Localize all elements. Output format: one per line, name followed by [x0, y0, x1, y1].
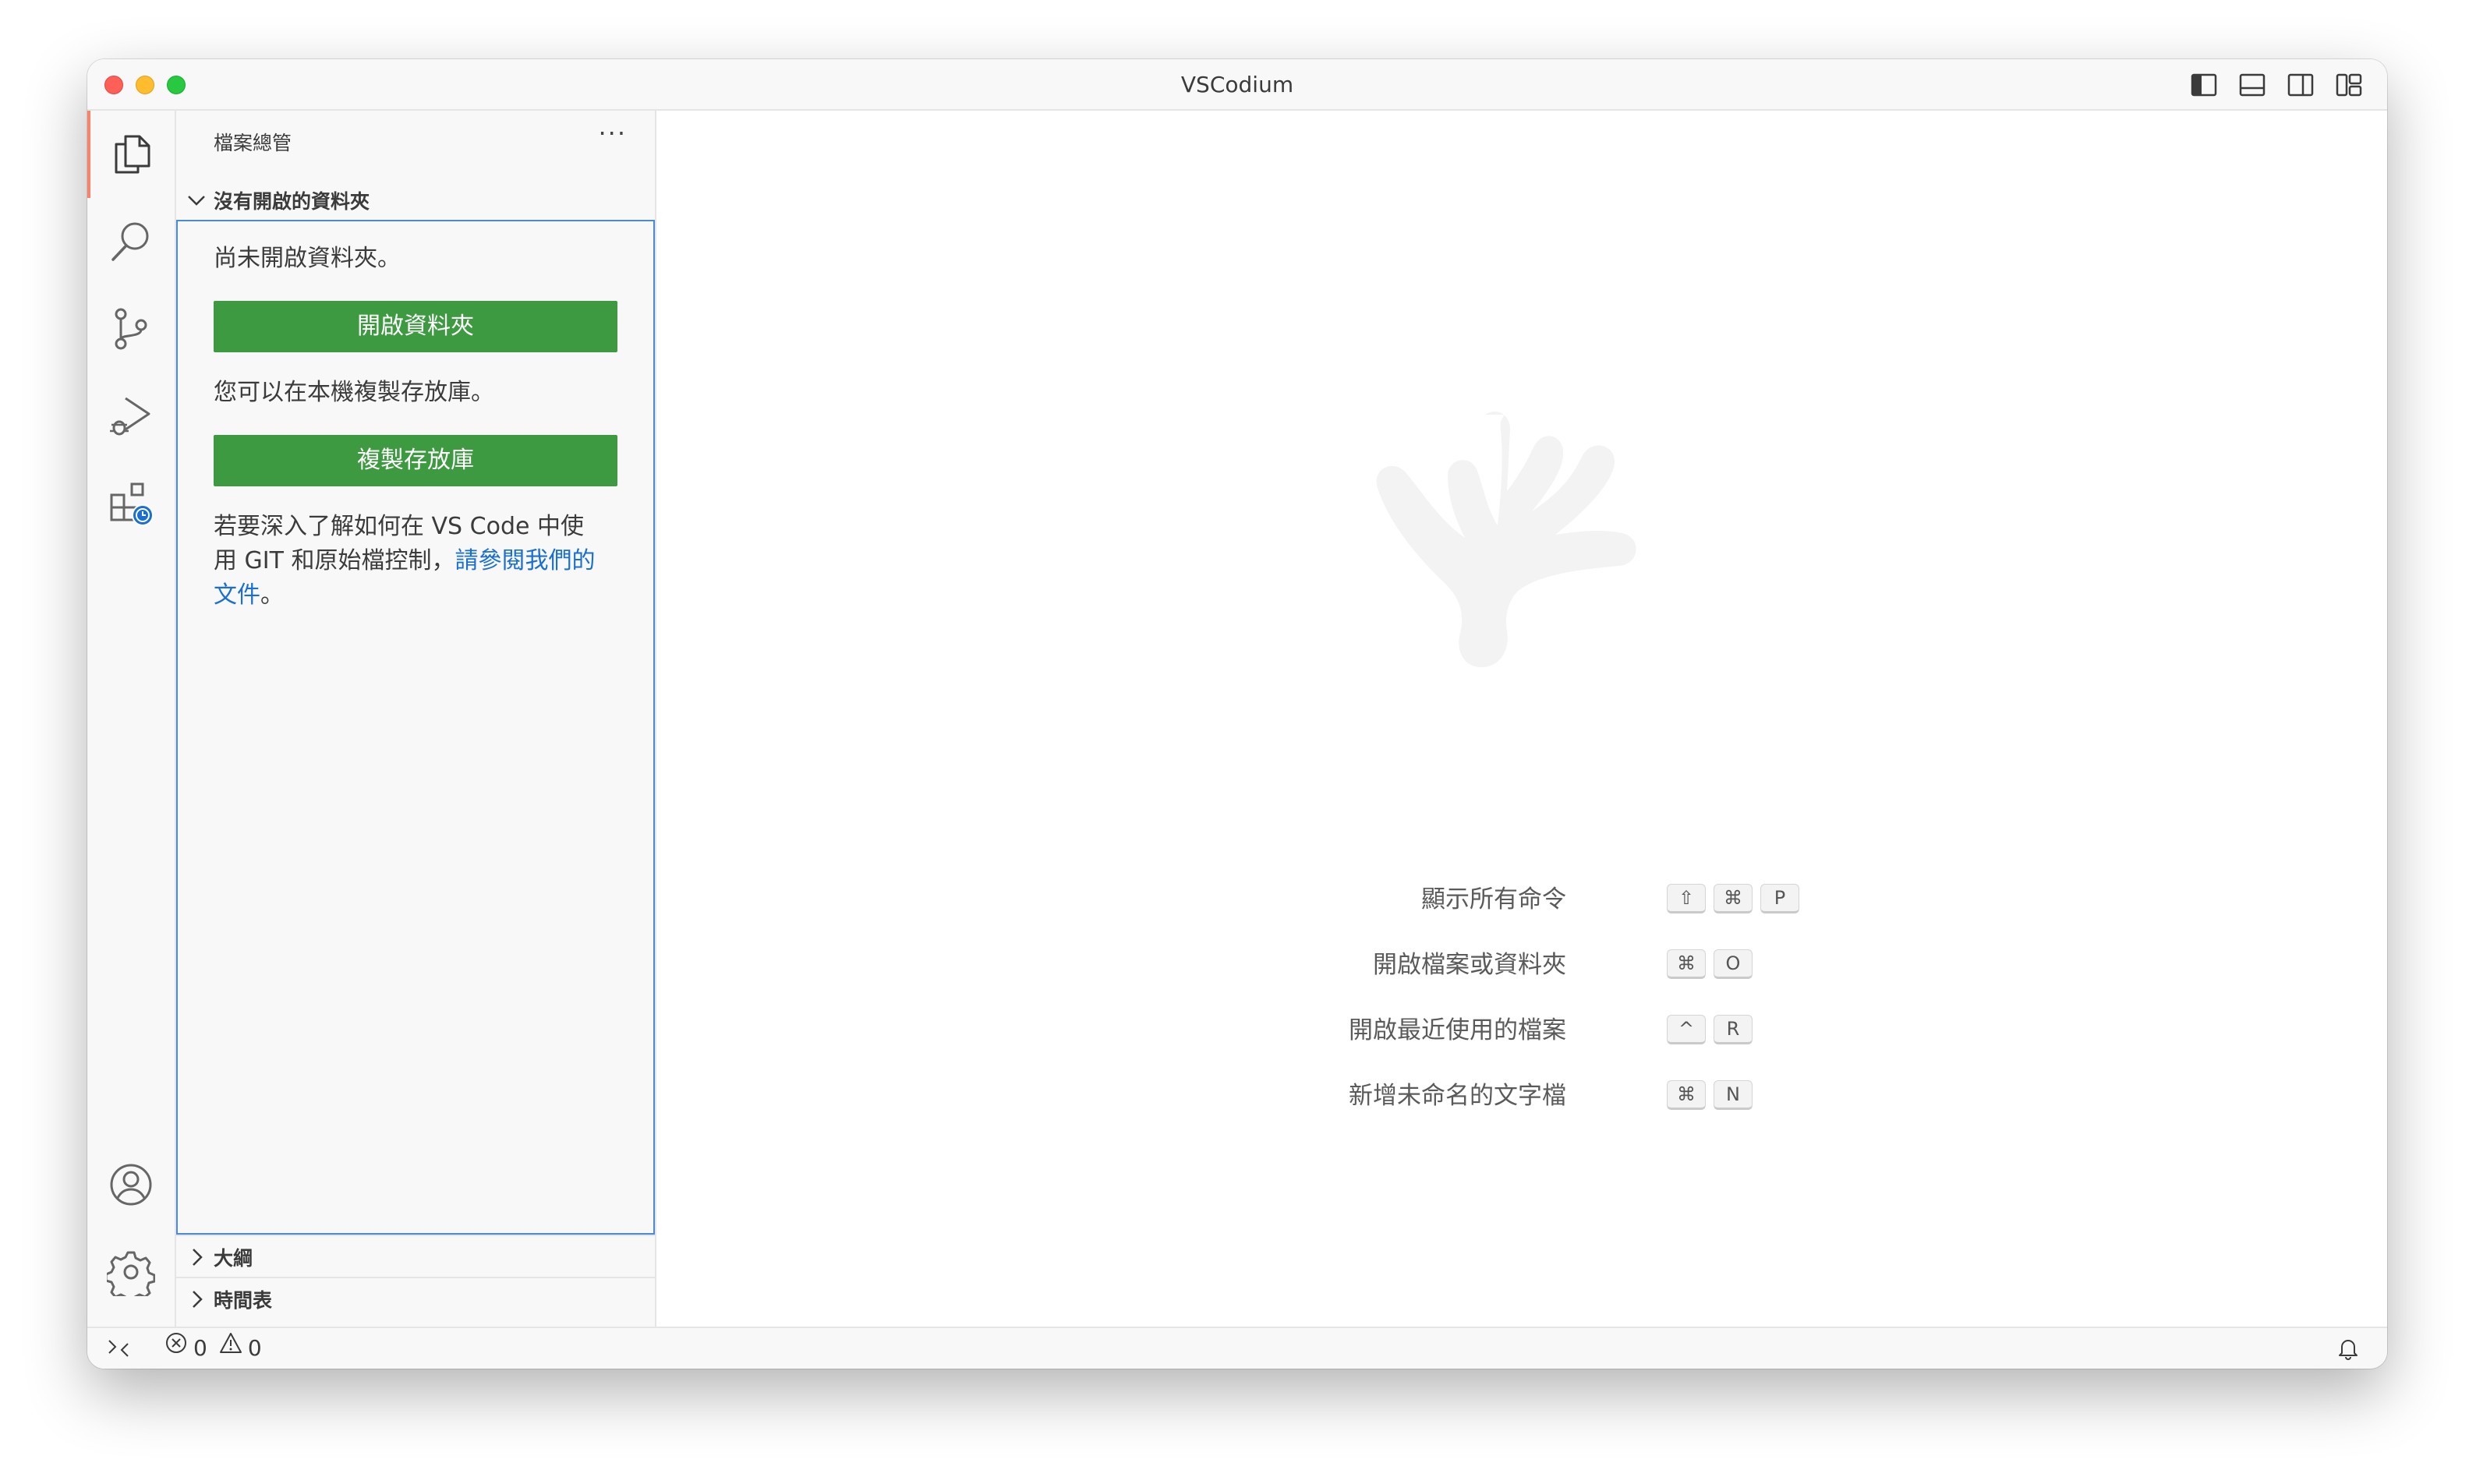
section-timeline-label: 時間表 — [214, 1289, 273, 1312]
section-divider — [176, 1277, 655, 1278]
warning-count: 0 — [247, 1335, 262, 1361]
shortcut-keys: ⌘ O — [1667, 949, 1753, 979]
no-folder-view: 尚未開啟資料夾。 開啟資料夾 您可以在本機複製存放庫。 複製存放庫 若要深入了解… — [176, 220, 655, 1235]
clone-info-text: 您可以在本機複製存放庫。 — [214, 379, 494, 406]
layout-controls — [2189, 70, 2364, 100]
keycap: P — [1760, 884, 1799, 913]
sidebar-title: 檔案總管 — [214, 132, 292, 154]
chevron-right-icon — [179, 1280, 214, 1319]
run-debug-icon[interactable] — [87, 373, 175, 460]
keycap: ⌘ — [1667, 949, 1706, 979]
keycap: N — [1714, 1080, 1753, 1110]
status-bar: 0 0 — [87, 1327, 2387, 1369]
keycap: R — [1714, 1015, 1753, 1044]
folder-not-opened-text: 尚未開啟資料夾。 — [214, 245, 401, 272]
search-icon[interactable] — [87, 198, 175, 285]
warning-icon — [218, 1328, 243, 1369]
vscodium-logo-watermark — [1376, 412, 1636, 668]
learn-text-line1: 若要深入了解如何在 VS Code 中使 — [214, 513, 584, 540]
shortcut-keys: ^ R — [1667, 1015, 1753, 1044]
toggle-secondary-sidebar-icon[interactable] — [2286, 70, 2315, 100]
explorer-sidebar: 檔案總管 ··· 沒有開啟的資料夾 尚未開啟資料夾。 開啟資料夾 您可以在本機複… — [176, 111, 656, 1327]
keycap: ^ — [1667, 1015, 1706, 1044]
shortcut-label: 開啟檔案或資料夾 — [1373, 951, 1566, 979]
toggle-panel-icon[interactable] — [2237, 70, 2267, 100]
shortcut-row[interactable]: 顯示所有命令 ⇧ ⌘ P — [656, 882, 2387, 917]
section-timeline-header[interactable]: 時間表 — [176, 1280, 655, 1319]
remote-indicator-icon[interactable] — [106, 1328, 131, 1369]
toggle-primary-sidebar-icon[interactable] — [2189, 70, 2219, 100]
activity-bar — [87, 111, 176, 1327]
shortcut-row[interactable]: 新增未命名的文字檔 ⌘ N — [656, 1079, 2387, 1113]
shortcut-keys: ⌘ N — [1667, 1080, 1753, 1110]
learn-text-end: 。 — [260, 581, 284, 609]
section-no-folder-header[interactable]: 沒有開啟的資料夾 — [176, 181, 655, 220]
manage-gear-icon[interactable] — [87, 1228, 175, 1316]
keycap: ⌘ — [1714, 884, 1753, 913]
notifications-bell-icon[interactable] — [2336, 1328, 2361, 1369]
shortcut-label: 新增未命名的文字檔 — [1349, 1082, 1566, 1110]
open-folder-button[interactable]: 開啟資料夾 — [214, 301, 617, 352]
chevron-down-icon — [179, 181, 214, 220]
explorer-icon[interactable] — [87, 111, 175, 198]
chevron-right-icon — [179, 1238, 214, 1277]
keycap: O — [1714, 949, 1753, 979]
problems-indicator[interactable]: 0 0 — [164, 1328, 262, 1369]
customize-layout-icon[interactable] — [2334, 70, 2364, 100]
learn-text-line2: 用 GIT 和原始檔控制， — [214, 547, 455, 574]
learn-more-text: 若要深入了解如何在 VS Code 中使 用 GIT 和原始檔控制，請參閱我們的… — [214, 510, 619, 613]
shortcut-label: 顯示所有命令 — [1421, 885, 1566, 913]
shortcut-row[interactable]: 開啟檔案或資料夾 ⌘ O — [656, 948, 2387, 982]
editor-area: 顯示所有命令 ⇧ ⌘ P 開啟檔案或資料夾 ⌘ O 開啟最近使用的檔案 ^ R — [656, 111, 2387, 1327]
extensions-icon[interactable] — [87, 460, 175, 547]
section-no-folder-label: 沒有開啟的資料夾 — [214, 190, 370, 213]
window-title: VSCodium — [1180, 72, 1294, 97]
source-control-icon[interactable] — [87, 285, 175, 373]
clone-repository-button[interactable]: 複製存放庫 — [214, 435, 617, 486]
shortcut-row[interactable]: 開啟最近使用的檔案 ^ R — [656, 1013, 2387, 1048]
section-divider — [176, 1235, 655, 1236]
more-actions-icon[interactable]: ··· — [598, 118, 627, 148]
error-count: 0 — [193, 1335, 207, 1361]
section-outline-label: 大綱 — [214, 1247, 253, 1270]
docs-link[interactable]: 請參閱我們的 — [455, 547, 596, 574]
accounts-icon[interactable] — [87, 1141, 175, 1228]
shortcut-label: 開啟最近使用的檔案 — [1349, 1016, 1566, 1044]
section-outline-header[interactable]: 大綱 — [176, 1238, 655, 1277]
docs-link-continued[interactable]: 文件 — [214, 581, 260, 609]
shortcut-keys: ⇧ ⌘ P — [1667, 884, 1799, 913]
title-bar: VSCodium — [87, 59, 2387, 111]
vscodium-window: VSCodium 檔案總管 ··· 沒有開啟的資料夾 尚未開啟資料夾。 開啟資料… — [87, 59, 2387, 1369]
keycap: ⇧ — [1667, 884, 1706, 913]
error-icon — [164, 1328, 189, 1369]
keycap: ⌘ — [1667, 1080, 1706, 1110]
